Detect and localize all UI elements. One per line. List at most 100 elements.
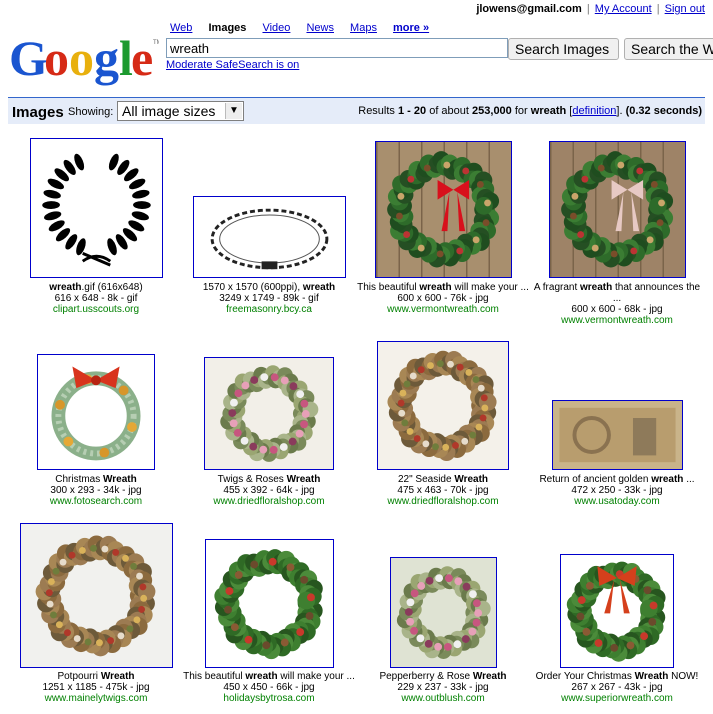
result-caption: Potpourri Wreath xyxy=(57,671,135,682)
nav-news[interactable]: News xyxy=(306,22,334,34)
search-input[interactable] xyxy=(166,38,508,58)
image-thumbnail[interactable] xyxy=(374,141,512,278)
image-thumbnail[interactable] xyxy=(389,557,497,668)
image-size-select[interactable]: All image sizes ▼ xyxy=(117,101,244,121)
svg-text:e: e xyxy=(131,30,153,86)
result-caption: A fragrant wreath that announces the ... xyxy=(533,282,701,304)
svg-text:g: g xyxy=(94,30,119,86)
result-meta: 229 x 237 - 33k - jpg xyxy=(397,682,489,693)
result-meta: 455 x 392 - 64k - jpg xyxy=(223,485,315,496)
image-result: Christmas Wreath 300 x 293 - 34k - jpg www… xyxy=(8,354,184,507)
nav-web[interactable]: Web xyxy=(170,22,192,34)
wreath-red-bow-image xyxy=(375,142,511,277)
results-mid: of about xyxy=(429,105,469,117)
result-meta: 472 x 250 - 33k - jpg xyxy=(571,485,663,496)
result-meta: 616 x 648 - 8k - gif xyxy=(54,293,138,304)
image-thumbnail[interactable] xyxy=(19,523,173,668)
image-thumbnail[interactable] xyxy=(551,400,683,470)
image-result: This beautiful wreath will make your ...… xyxy=(181,539,357,704)
nav-video[interactable]: Video xyxy=(262,22,290,34)
google-logo[interactable]: G o o g l e TM xyxy=(9,28,159,88)
image-result: wreath.gif (616x648) 616 x 648 - 8k - gif… xyxy=(8,138,184,315)
wreath-pinecones-image xyxy=(205,540,333,667)
separator: | xyxy=(656,3,660,15)
result-meta: 1251 x 1185 - 475k - jpg xyxy=(42,682,150,693)
result-source-link[interactable]: www.outblush.com xyxy=(355,693,531,704)
safesearch-link[interactable]: Moderate SafeSearch is on xyxy=(166,59,299,71)
result-caption: Christmas Wreath xyxy=(55,474,137,485)
results-prefix: Results xyxy=(358,105,395,117)
nav-maps[interactable]: Maps xyxy=(350,22,377,34)
image-thumbnail[interactable] xyxy=(204,357,334,470)
result-caption: 1570 x 1570 (600ppi), wreath xyxy=(202,282,336,293)
result-source-link[interactable]: holidaysbytrosa.com xyxy=(181,693,357,704)
result-source-link[interactable]: www.superiorwreath.com xyxy=(529,693,705,704)
results-range: 1 - 20 xyxy=(398,105,427,117)
search-images-button[interactable]: Search Images xyxy=(508,38,619,60)
result-source-link[interactable]: www.fotosearch.com xyxy=(8,496,184,507)
result-meta: 450 x 450 - 66k - jpg xyxy=(223,682,315,693)
image-thumbnail[interactable] xyxy=(560,554,674,668)
result-caption: Order Your Christmas Wreath NOW! xyxy=(535,671,699,682)
svg-text:o: o xyxy=(69,30,94,86)
wreath-twigs-roses-image xyxy=(205,358,333,469)
results-for: for xyxy=(514,105,528,117)
result-meta: 267 x 267 - 43k - jpg xyxy=(571,682,663,693)
wreath-cartoon-bells-image xyxy=(38,355,154,469)
results-time: (0.32 seconds) xyxy=(625,105,702,117)
wreath-pepperberry-rose-image xyxy=(390,558,496,667)
result-caption: Return of ancient golden wreath ... xyxy=(539,474,695,485)
image-thumbnail[interactable] xyxy=(192,196,346,278)
definition-link[interactable]: definition xyxy=(572,105,616,117)
image-size-value: All image sizes xyxy=(122,103,216,119)
result-caption: Pepperberry & Rose Wreath xyxy=(379,671,507,682)
result-source-link[interactable]: www.driedfloralshop.com xyxy=(181,496,357,507)
svg-text:G: G xyxy=(9,30,48,86)
image-result: 1570 x 1570 (600ppi), wreath 3249 x 1749 … xyxy=(181,196,357,315)
image-thumbnail[interactable] xyxy=(204,539,334,668)
result-source-link[interactable]: clipart.usscouts.org xyxy=(8,304,184,315)
section-title: Images xyxy=(12,104,64,121)
image-result: A fragrant wreath that announces the ...… xyxy=(529,141,705,326)
result-source-link[interactable]: www.mainelytwigs.com xyxy=(8,693,184,704)
image-thumbnail[interactable] xyxy=(29,138,163,278)
laurel-wreath-silhouette-image xyxy=(30,139,162,277)
wreath-plaid-bow-image xyxy=(549,142,685,277)
image-result: Twigs & Roses Wreath 455 x 392 - 64k - jp… xyxy=(181,357,357,507)
search-web-button[interactable]: Search the Web xyxy=(624,38,713,60)
image-thumbnail[interactable] xyxy=(377,341,509,470)
result-caption: Twigs & Roses Wreath xyxy=(217,474,321,485)
result-caption: wreath.gif (616x648) xyxy=(49,282,143,293)
result-source-link[interactable]: www.vermontwreath.com xyxy=(529,315,705,326)
result-source-link[interactable]: www.driedfloralshop.com xyxy=(355,496,531,507)
image-thumbnail[interactable] xyxy=(548,141,686,278)
results-total: 253,000 xyxy=(472,105,512,117)
my-account-link[interactable]: My Account xyxy=(595,3,652,15)
result-meta: 475 x 463 - 70k - jpg xyxy=(397,485,489,496)
image-thumbnail[interactable] xyxy=(37,354,155,470)
image-result: Potpourri Wreath 1251 x 1185 - 475k - jpg… xyxy=(8,523,184,704)
image-result: 22" Seaside Wreath 475 x 463 - 70k - jpg w… xyxy=(355,341,531,507)
image-result: Pepperberry & Rose Wreath 229 x 237 - 33k… xyxy=(355,557,531,704)
result-meta: 600 x 600 - 76k - jpg xyxy=(397,293,489,304)
result-source-link[interactable]: www.vermontwreath.com xyxy=(355,304,531,315)
google-logo-graphic: G o o g l e TM xyxy=(9,30,159,86)
result-meta: 600 x 600 - 68k - jpg xyxy=(571,304,663,315)
wreath-potpourri-image xyxy=(20,524,172,667)
image-result: Return of ancient golden wreath ... 472 x… xyxy=(529,400,705,507)
stone-carving-image xyxy=(552,401,682,469)
wreath-seaside-image xyxy=(378,342,508,469)
svg-text:o: o xyxy=(44,30,69,86)
user-bar: jlowens@gmail.com | My Account | Sign ou… xyxy=(476,3,705,15)
showing-label: Showing: xyxy=(68,106,114,118)
separator: | xyxy=(586,3,590,15)
result-source-link[interactable]: www.usatoday.com xyxy=(529,496,705,507)
results-bar: Images Showing: All image sizes ▼ Result… xyxy=(8,97,705,124)
nav-more[interactable]: more » xyxy=(393,22,429,34)
results-count: Results 1 - 20 of about 253,000 for wrea… xyxy=(358,105,702,117)
search-nav: Web Images Video News Maps more » xyxy=(170,22,442,34)
wreath-line-drawing-image xyxy=(193,197,345,277)
sign-out-link[interactable]: Sign out xyxy=(665,3,705,15)
result-source-link[interactable]: freemasonry.bcy.ca xyxy=(181,304,357,315)
result-meta: 3249 x 1749 - 89k - gif xyxy=(219,293,319,304)
